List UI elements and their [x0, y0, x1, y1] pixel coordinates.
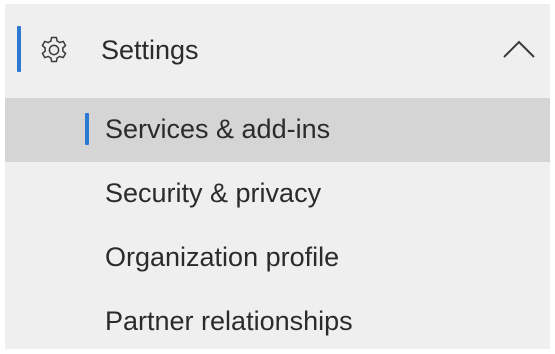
- selected-item-indicator: [85, 113, 89, 145]
- nav-item-organization-profile[interactable]: Organization profile: [5, 226, 550, 290]
- nav-item-services-add-ins[interactable]: Services & add-ins: [5, 98, 550, 162]
- nav-item-label: Partner relationships: [105, 306, 353, 336]
- gear-icon: [38, 34, 70, 66]
- settings-nav-panel: Settings Services & add-ins Security & p…: [5, 4, 550, 349]
- active-group-indicator: [17, 26, 21, 72]
- settings-group-header[interactable]: Settings: [5, 4, 550, 94]
- nav-item-security-privacy[interactable]: Security & privacy: [5, 162, 550, 226]
- nav-item-label: Services & add-ins: [105, 114, 331, 144]
- settings-group-label: Settings: [101, 35, 199, 65]
- nav-item-label: Security & privacy: [105, 178, 322, 208]
- nav-item-label: Organization profile: [105, 242, 340, 272]
- nav-item-partner-relationships[interactable]: Partner relationships: [5, 290, 550, 354]
- chevron-up-icon[interactable]: [501, 34, 537, 62]
